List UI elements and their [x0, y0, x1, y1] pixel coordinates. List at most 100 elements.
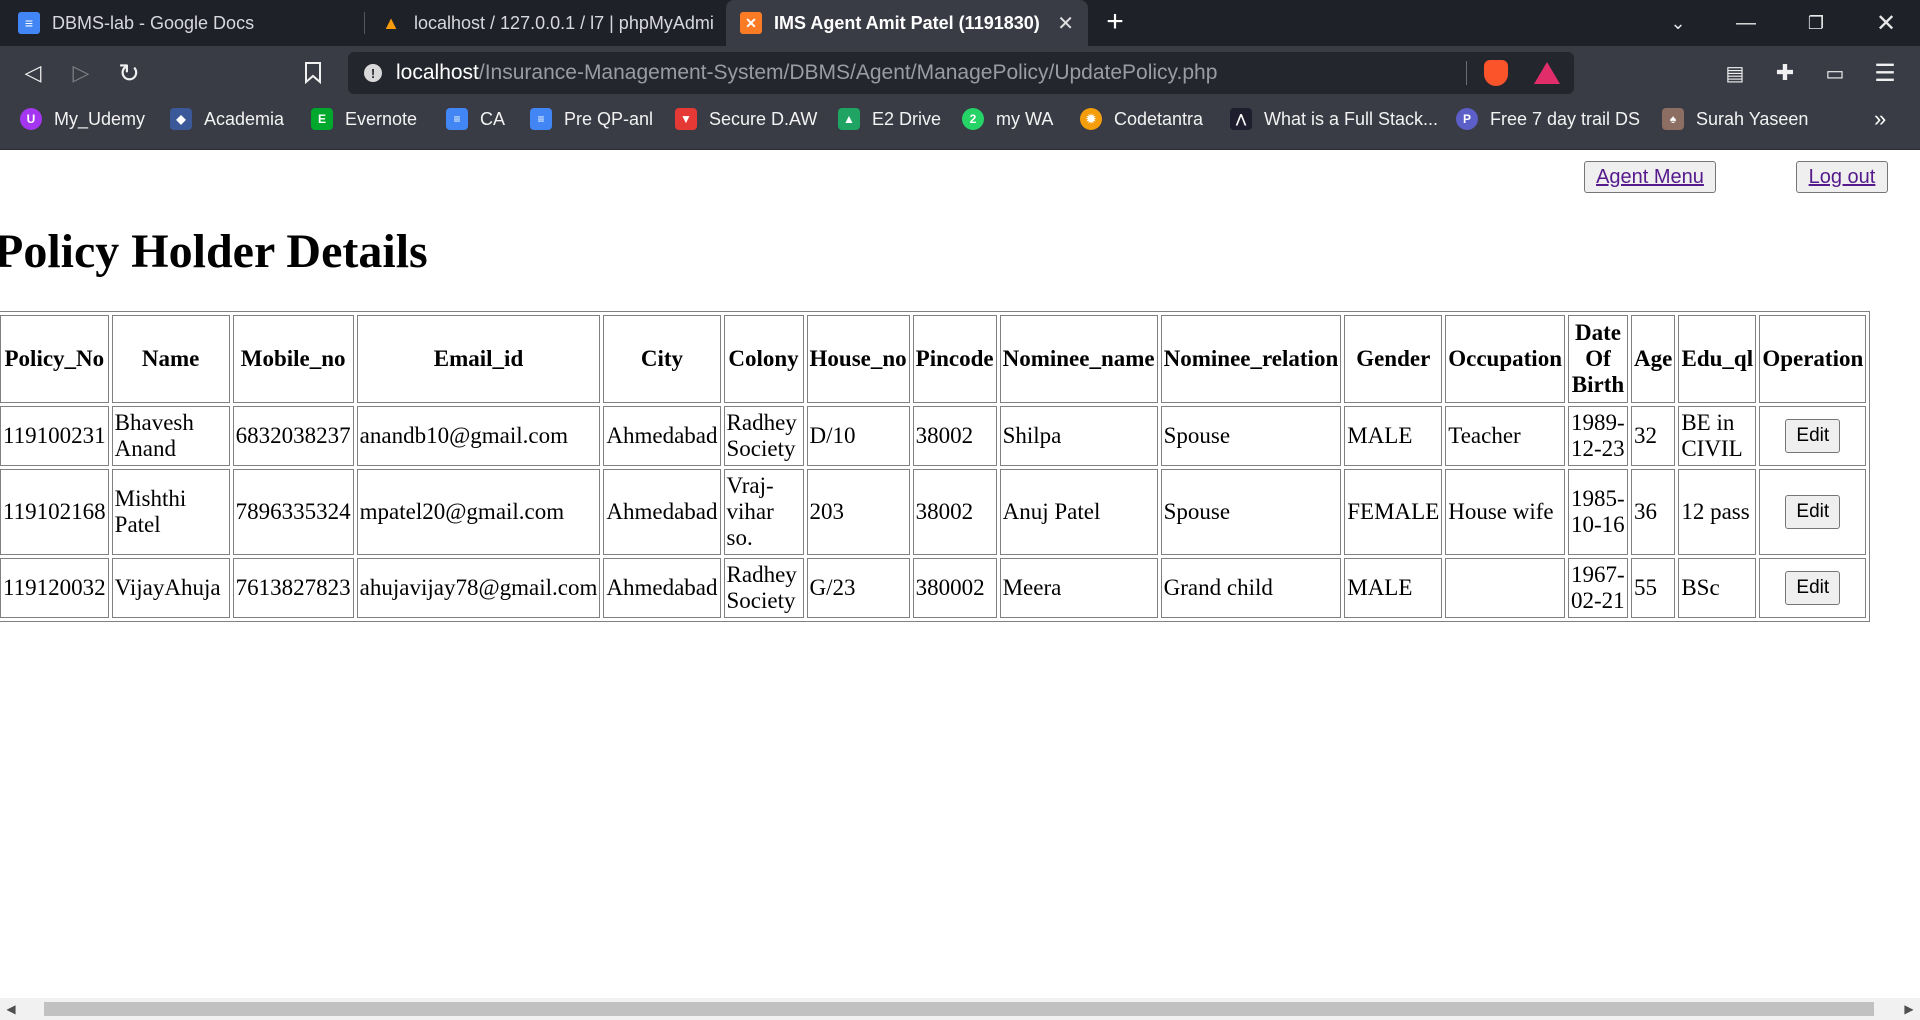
table-row: 119120032 VijayAhuja 7613827823 ahujavij…: [0, 558, 1867, 618]
cell-gender: MALE: [1344, 406, 1443, 466]
free-trial-icon: P: [1456, 108, 1478, 130]
academia-icon: ◆: [170, 108, 192, 130]
cell-age: 36: [1630, 469, 1676, 555]
cell-policy-no: 119102168: [0, 469, 109, 555]
logout-button[interactable]: Log out: [1796, 161, 1888, 193]
whatsapp-icon: 2: [962, 108, 984, 130]
cell-policy-no: 119120032: [0, 558, 109, 618]
cell-gender: FEMALE: [1344, 469, 1443, 555]
cell-name: VijayAhuja: [111, 558, 230, 618]
cell-email-id: mpatel20@gmail.com: [356, 469, 601, 555]
phpmyadmin-icon: ▲: [382, 12, 400, 33]
codetantra-icon: ✹: [1080, 108, 1102, 130]
tab-phpmyadmin[interactable]: ▲ localhost / 127.0.0.1 / l7 | phpMyAdmi: [366, 0, 724, 46]
extensions-icon[interactable]: ✚: [1766, 54, 1804, 92]
cell-nominee-name: Meera: [999, 558, 1158, 618]
brave-rewards-icon[interactable]: [1534, 62, 1560, 84]
tab-ims-agent[interactable]: ✕ IMS Agent Amit Patel (1191830) ✕: [726, 0, 1088, 46]
bookmark-item[interactable]: ◆ Academia: [170, 100, 284, 138]
page-title: Policy Holder Details: [0, 225, 428, 278]
site-info-icon[interactable]: !: [364, 64, 382, 82]
policy-holder-table: Policy_No Name Mobile_no Email_id City C…: [0, 311, 1871, 622]
cell-nominee-relation: Spouse: [1160, 469, 1342, 555]
close-tab-icon[interactable]: ✕: [1057, 11, 1074, 36]
bookmark-icon[interactable]: [294, 54, 332, 92]
reading-list-icon[interactable]: ▤: [1716, 54, 1754, 92]
bookmarks-bar: U My_Udemy ◆ Academia E Evernote ≡ CA ≡ Pre Q…: [0, 100, 1920, 150]
cell-city: Ahmedabad: [603, 406, 721, 466]
new-tab-button[interactable]: +: [1098, 6, 1132, 40]
xampp-icon: ✕: [740, 12, 762, 34]
bookmark-item[interactable]: ≡ CA: [446, 100, 505, 138]
table-row: 119102168 Mishthi Patel 7896335324 mpate…: [0, 469, 1867, 555]
cell-city: Ahmedabad: [603, 469, 721, 555]
cell-occupation: Teacher: [1445, 406, 1565, 466]
horizontal-scrollbar[interactable]: ◀ ▶: [0, 998, 1920, 1020]
column-header-policy-no: Policy_No: [0, 315, 109, 403]
cell-email-id: anandb10@gmail.com: [356, 406, 601, 466]
edit-button[interactable]: Edit: [1785, 495, 1841, 529]
bookmark-item[interactable]: ✹ Codetantra: [1080, 100, 1203, 138]
cell-policy-no: 119100231: [0, 406, 109, 466]
udemy-icon: U: [20, 108, 42, 130]
cell-operation: Edit: [1759, 469, 1867, 555]
close-window-icon[interactable]: ✕: [1856, 0, 1916, 46]
edit-button[interactable]: Edit: [1785, 571, 1841, 605]
tab-google-docs[interactable]: ≡ DBMS-lab - Google Docs: [4, 0, 364, 46]
restore-icon[interactable]: ❐: [1786, 0, 1846, 46]
bookmark-item[interactable]: ▼ Secure D.AW: [675, 100, 817, 138]
url-text: localhost/Insurance-Management-System/DB…: [396, 61, 1218, 84]
scrollbar-thumb[interactable]: [44, 1002, 1874, 1016]
column-header-mobile-no: Mobile_no: [232, 315, 354, 403]
menu-icon[interactable]: ☰: [1866, 54, 1904, 92]
cell-edu-ql: BSc: [1678, 558, 1757, 618]
column-header-occupation: Occupation: [1445, 315, 1565, 403]
cell-nominee-relation: Spouse: [1160, 406, 1342, 466]
cell-colony: Radhey Society: [723, 406, 804, 466]
bookmark-item[interactable]: ▲ E2 Drive: [838, 100, 941, 138]
column-header-house-no: House_no: [806, 315, 910, 403]
column-header-operation: Operation: [1759, 315, 1867, 403]
column-header-colony: Colony: [723, 315, 804, 403]
scroll-left-icon[interactable]: ◀: [0, 998, 22, 1020]
cell-mobile-no: 6832038237: [232, 406, 354, 466]
bookmark-item[interactable]: U My_Udemy: [20, 100, 145, 138]
cell-mobile-no: 7896335324: [232, 469, 354, 555]
agent-menu-button[interactable]: Agent Menu: [1584, 161, 1716, 193]
cell-nominee-relation: Grand child: [1160, 558, 1342, 618]
cell-operation: Edit: [1759, 406, 1867, 466]
column-header-email-id: Email_id: [356, 315, 601, 403]
cell-name: Mishthi Patel: [111, 469, 230, 555]
brave-shields-icon[interactable]: [1484, 60, 1508, 86]
cell-city: Ahmedabad: [603, 558, 721, 618]
cell-house-no: D/10: [806, 406, 910, 466]
bookmark-item[interactable]: ≡ Pre QP-anl: [530, 100, 653, 138]
cell-mobile-no: 7613827823: [232, 558, 354, 618]
edit-button[interactable]: Edit: [1785, 419, 1841, 453]
column-header-nominee-relation: Nominee_relation: [1160, 315, 1342, 403]
cell-date-of-birth: 1989-12-23: [1567, 406, 1628, 466]
google-docs-icon: ≡: [446, 108, 468, 130]
cell-colony: Radhey Society: [723, 558, 804, 618]
reload-icon[interactable]: ↻: [110, 54, 148, 92]
minimize-icon[interactable]: —: [1716, 0, 1776, 46]
bookmark-item[interactable]: 2 my WA: [962, 100, 1053, 138]
scroll-right-icon[interactable]: ▶: [1898, 998, 1920, 1020]
bookmark-item[interactable]: ♠ Surah Yaseen: [1662, 100, 1808, 138]
wallet-icon[interactable]: ▭: [1816, 54, 1854, 92]
cell-pincode: 38002: [912, 406, 997, 466]
tab-search-icon[interactable]: ⌄: [1648, 0, 1708, 46]
back-icon[interactable]: ◁: [14, 54, 52, 92]
bookmark-item[interactable]: ⋀ What is a Full Stack...: [1230, 100, 1438, 138]
address-bar[interactable]: ! localhost/Insurance-Management-System/…: [348, 52, 1574, 94]
bookmark-item[interactable]: E Evernote: [311, 100, 417, 138]
cell-operation: Edit: [1759, 558, 1867, 618]
cell-date-of-birth: 1967-02-21: [1567, 558, 1628, 618]
google-drive-icon: ▲: [838, 108, 860, 130]
browser-toolbar: ◁ ▷ ↻ ! localhost/Insurance-Management-S…: [0, 46, 1920, 100]
page-content: Agent Menu Log out Policy Holder Details…: [0, 150, 1920, 998]
bookmark-item[interactable]: P Free 7 day trail DS: [1456, 100, 1640, 138]
column-header-pincode: Pincode: [912, 315, 997, 403]
bookmarks-overflow-icon[interactable]: »: [1874, 106, 1886, 132]
forward-icon[interactable]: ▷: [62, 54, 100, 92]
